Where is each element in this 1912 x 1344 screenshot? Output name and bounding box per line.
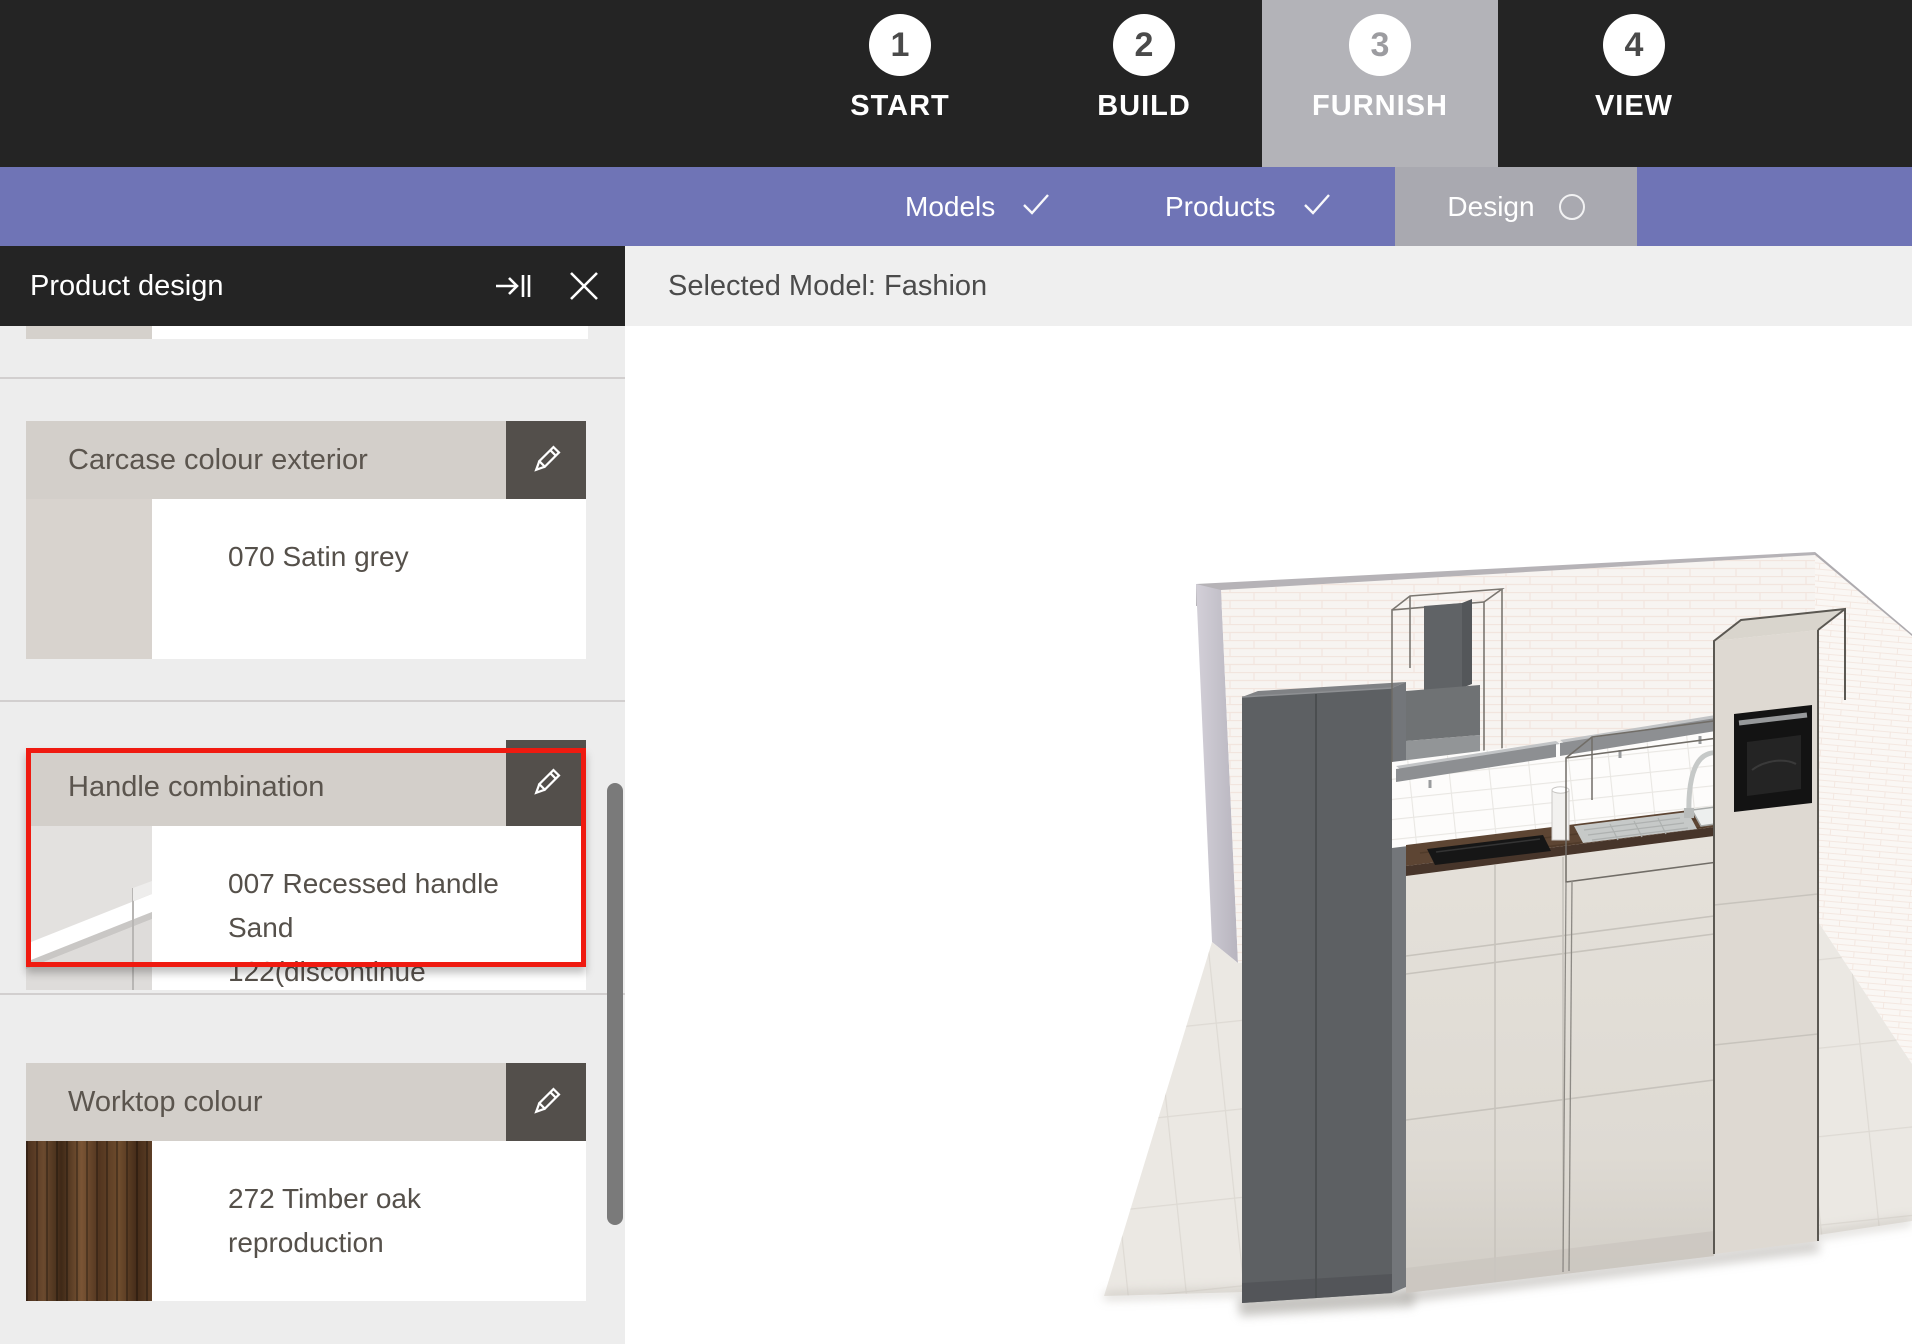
value-line: 070 Satin grey bbox=[228, 535, 566, 579]
sidebar-title: Product design bbox=[30, 270, 223, 303]
step-furnish-number: 3 bbox=[1349, 14, 1411, 76]
edit-button[interactable] bbox=[506, 740, 586, 826]
subnav-products-label: Products bbox=[1165, 191, 1276, 223]
sidebar-scrollbar-thumb[interactable] bbox=[607, 783, 623, 1225]
in-progress-circle-icon bbox=[1559, 194, 1585, 220]
subnav-tab-design-active[interactable]: Design bbox=[1395, 167, 1637, 246]
step-view-label: VIEW bbox=[1595, 90, 1673, 123]
close-icon[interactable] bbox=[563, 265, 605, 307]
sub-nav-bar: Models Products Design bbox=[0, 167, 1912, 246]
option-panel-carcase-colour: Carcase colour exterior 070 Satin grey bbox=[26, 421, 586, 659]
step-header-bar: 1 START 2 BUILD 3 FURNISH 4 VIEW bbox=[0, 0, 1912, 167]
panel-title: Carcase colour exterior bbox=[68, 444, 368, 477]
check-icon bbox=[1021, 191, 1051, 223]
panel-title: Handle combination bbox=[68, 771, 324, 804]
kitchen-3d-viewport[interactable] bbox=[625, 326, 1912, 1344]
subnav-design-label: Design bbox=[1447, 191, 1534, 223]
option-panel-worktop-colour: Worktop colour 272 Timber oak reproducti… bbox=[26, 1063, 586, 1301]
value-line: 272 Timber oak bbox=[228, 1177, 566, 1221]
step-furnish-label: FURNISH bbox=[1312, 90, 1448, 123]
value-line: reproduction bbox=[228, 1221, 566, 1265]
step-view[interactable]: 4 VIEW bbox=[1516, 0, 1752, 167]
colour-swatch-satin-grey bbox=[26, 499, 152, 659]
selected-value: 007 Recessed handle Sand 122(discontinue bbox=[152, 826, 586, 990]
selected-value: 070 Satin grey bbox=[152, 499, 586, 659]
step-start[interactable]: 1 START bbox=[782, 0, 1018, 167]
scrolled-panel-swatch-remnant bbox=[26, 326, 152, 339]
value-line: 122(discontinue bbox=[228, 950, 566, 994]
panel-body: 070 Satin grey bbox=[26, 499, 586, 659]
selected-value: 272 Timber oak reproduction bbox=[152, 1141, 586, 1301]
collapse-panel-icon[interactable] bbox=[493, 265, 535, 307]
panel-title: Worktop colour bbox=[68, 1086, 263, 1119]
kitchen-3d-render bbox=[625, 326, 1912, 1344]
panel-body: 007 Recessed handle Sand 122(discontinue bbox=[26, 826, 586, 990]
step-furnish-active[interactable]: 3 FURNISH bbox=[1262, 0, 1498, 167]
option-panel-handle-combination: Handle combination 007 Recessed handle S… bbox=[26, 748, 586, 990]
panel-header: Carcase colour exterior bbox=[26, 421, 586, 499]
step-build-number: 2 bbox=[1113, 14, 1175, 76]
step-build[interactable]: 2 BUILD bbox=[1026, 0, 1262, 167]
subnav-item-models[interactable]: Models bbox=[905, 167, 1051, 246]
scrolled-panel-remnant bbox=[152, 326, 588, 339]
edit-button[interactable] bbox=[506, 421, 586, 499]
selected-model-label: Selected Model: Fashion bbox=[668, 270, 987, 303]
step-view-number: 4 bbox=[1603, 14, 1665, 76]
section-divider bbox=[0, 377, 625, 379]
step-build-label: BUILD bbox=[1097, 90, 1191, 123]
panel-header: Handle combination bbox=[26, 748, 586, 826]
step-start-label: START bbox=[850, 90, 950, 123]
product-design-sidebar: Product design Carcase colour exterior bbox=[0, 246, 625, 1344]
check-icon bbox=[1302, 191, 1332, 223]
section-divider bbox=[0, 700, 625, 702]
handle-photo-swatch bbox=[26, 826, 152, 990]
subnav-models-label: Models bbox=[905, 191, 995, 223]
panel-header: Worktop colour bbox=[26, 1063, 586, 1141]
sidebar-header: Product design bbox=[0, 246, 625, 326]
step-start-number: 1 bbox=[869, 14, 931, 76]
panel-body: 272 Timber oak reproduction bbox=[26, 1141, 586, 1301]
edit-button[interactable] bbox=[506, 1063, 586, 1141]
subnav-item-products[interactable]: Products bbox=[1165, 167, 1332, 246]
value-line: 007 Recessed handle Sand bbox=[228, 862, 566, 950]
selected-model-bar: Selected Model: Fashion bbox=[625, 246, 1912, 326]
colour-swatch-timber-oak bbox=[26, 1141, 152, 1301]
